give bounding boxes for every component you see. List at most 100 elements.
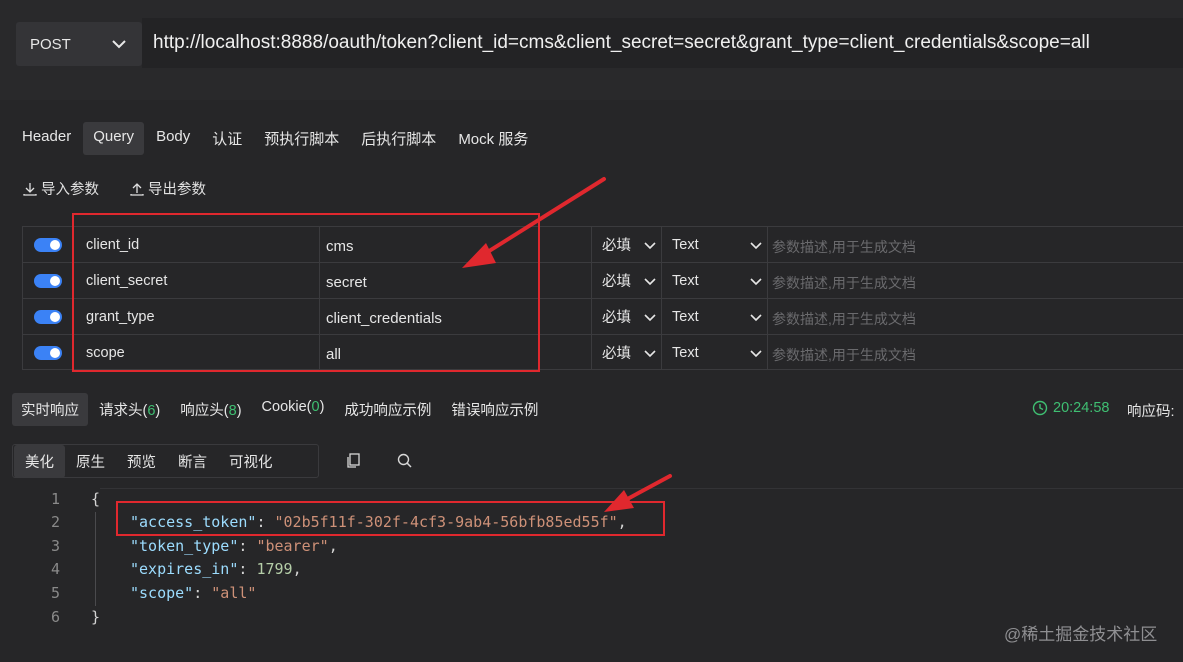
view-tabs: 美化 原生 预览 断言 可视化 [12, 444, 319, 478]
tab-assert[interactable]: 断言 [167, 445, 218, 478]
param-required-select[interactable]: 必填 [591, 263, 661, 298]
code-text: { [91, 490, 101, 508]
param-description-input[interactable]: 参数描述,用于生成文档 [767, 335, 1183, 370]
response-time: 20:24:58 [1032, 400, 1109, 416]
param-type-select[interactable]: Text [661, 335, 767, 370]
request-bar: POST http://localhost:8888/oauth/token?c… [0, 0, 1183, 100]
json-key: "scope" [130, 584, 194, 602]
tab-post-script[interactable]: 后执行脚本 [351, 122, 446, 155]
json-separator: : [193, 584, 212, 602]
param-required-select[interactable]: 必填 [591, 227, 661, 262]
tab-body[interactable]: Body [146, 122, 200, 155]
tab-preview[interactable]: 预览 [116, 445, 167, 478]
request-headers-label: 请求头( [99, 403, 148, 419]
param-type-label: Text [672, 272, 699, 289]
tab-header[interactable]: Header [12, 122, 81, 155]
param-type-label: Text [672, 344, 699, 361]
url-text: http://localhost:8888/oauth/token?client… [153, 32, 1090, 53]
watermark: @稀土掘金技术社区 [1004, 625, 1158, 644]
line-number: 4 [50, 560, 60, 578]
param-description-input[interactable]: 参数描述,用于生成文档 [767, 263, 1183, 298]
json-value: 1799 [256, 560, 293, 578]
tab-pretty[interactable]: 美化 [14, 444, 65, 478]
chevron-down-icon [644, 242, 656, 250]
line-number: 6 [50, 608, 60, 626]
response-tabs: 实时响应 请求头(6) 响应头(8) Cookie(0) 成功响应示例 错误响应… [12, 393, 547, 426]
param-description-input[interactable]: 参数描述,用于生成文档 [767, 227, 1183, 262]
token-highlight-box [116, 501, 665, 536]
param-type-select[interactable]: Text [661, 299, 767, 334]
param-enabled-toggle[interactable] [33, 309, 62, 324]
param-required-select[interactable]: 必填 [591, 299, 661, 334]
code-text: "scope": "all" [130, 584, 256, 602]
param-required-select[interactable]: 必填 [591, 335, 661, 370]
param-type-select[interactable]: Text [661, 263, 767, 298]
json-key: "expires_in" [130, 560, 239, 578]
method-label: POST [30, 35, 71, 53]
clock-icon [1032, 400, 1048, 416]
chevron-down-icon [644, 314, 656, 322]
code-text: "expires_in": 1799, [130, 560, 302, 578]
tab-cookie[interactable]: Cookie(0) [253, 393, 334, 426]
tab-error-example[interactable]: 错误响应示例 [442, 393, 547, 426]
json-separator: : [238, 537, 257, 555]
line-number: 3 [50, 537, 60, 555]
response-headers-count: 8 [228, 403, 237, 419]
json-value: "all" [211, 584, 257, 602]
tab-success-example[interactable]: 成功响应示例 [335, 393, 440, 426]
json-comma: , [328, 537, 338, 555]
cookie-close: ) [319, 399, 325, 415]
tab-realtime-response[interactable]: 实时响应 [12, 393, 88, 426]
code-line: 4 "expires_in": 1799, [0, 558, 1183, 581]
line-number: 2 [50, 513, 60, 531]
code-line: 3 "token_type": "bearer", [0, 535, 1183, 558]
line-number: 5 [50, 584, 60, 602]
indent-guide [95, 512, 96, 606]
code-text: "token_type": "bearer", [130, 537, 338, 555]
export-params-label: 导出参数 [148, 182, 206, 198]
json-key: "token_type" [130, 537, 239, 555]
param-type-select[interactable]: Text [661, 227, 767, 262]
tab-visualize[interactable]: 可视化 [218, 445, 284, 478]
tab-pre-script[interactable]: 预执行脚本 [254, 122, 349, 155]
chevron-down-icon [644, 278, 656, 286]
param-enabled-toggle[interactable] [33, 345, 62, 360]
tab-mock[interactable]: Mock 服务 [448, 122, 538, 155]
param-enabled-toggle[interactable] [33, 237, 62, 252]
param-required-label: 必填 [602, 238, 631, 254]
search-icon[interactable] [396, 452, 413, 469]
tab-request-headers[interactable]: 请求头(6) [90, 393, 169, 426]
cookie-label: Cookie( [261, 399, 312, 415]
chevron-down-icon [750, 350, 762, 358]
tab-raw[interactable]: 原生 [65, 445, 116, 478]
param-tools: 导入参数 导出参数 [22, 178, 206, 199]
response-headers-label: 响应头( [180, 403, 229, 419]
method-select[interactable]: POST [16, 22, 142, 66]
chevron-down-icon [112, 40, 126, 49]
param-type-label: Text [672, 236, 699, 253]
tab-query[interactable]: Query [83, 122, 145, 155]
tab-response-headers[interactable]: 响应头(8) [171, 393, 250, 426]
cookie-count: 0 [311, 399, 320, 415]
response-time-value: 20:24:58 [1053, 400, 1110, 416]
chevron-down-icon [644, 350, 656, 358]
export-params-button[interactable]: 导出参数 [129, 178, 206, 199]
code-line: 5 "scope": "all" [0, 582, 1183, 605]
url-input[interactable]: http://localhost:8888/oauth/token?client… [142, 18, 1183, 68]
chevron-down-icon [750, 242, 762, 250]
param-required-label: 必填 [602, 274, 631, 290]
chevron-down-icon [750, 278, 762, 286]
param-description-input[interactable]: 参数描述,用于生成文档 [767, 299, 1183, 334]
param-enabled-toggle[interactable] [33, 273, 62, 288]
code-text: } [91, 608, 101, 626]
import-params-label: 导入参数 [41, 182, 99, 198]
request-tabs: Header Query Body 认证 预执行脚本 后执行脚本 Mock 服务 [12, 122, 538, 155]
request-headers-close: ) [155, 403, 161, 419]
copy-icon[interactable] [345, 452, 362, 469]
import-params-button[interactable]: 导入参数 [22, 178, 99, 199]
upload-icon [130, 182, 144, 196]
json-separator: : [238, 560, 257, 578]
json-value: "bearer" [256, 537, 329, 555]
response-code-label: 响应码: [1127, 404, 1175, 420]
tab-auth[interactable]: 认证 [202, 122, 252, 155]
